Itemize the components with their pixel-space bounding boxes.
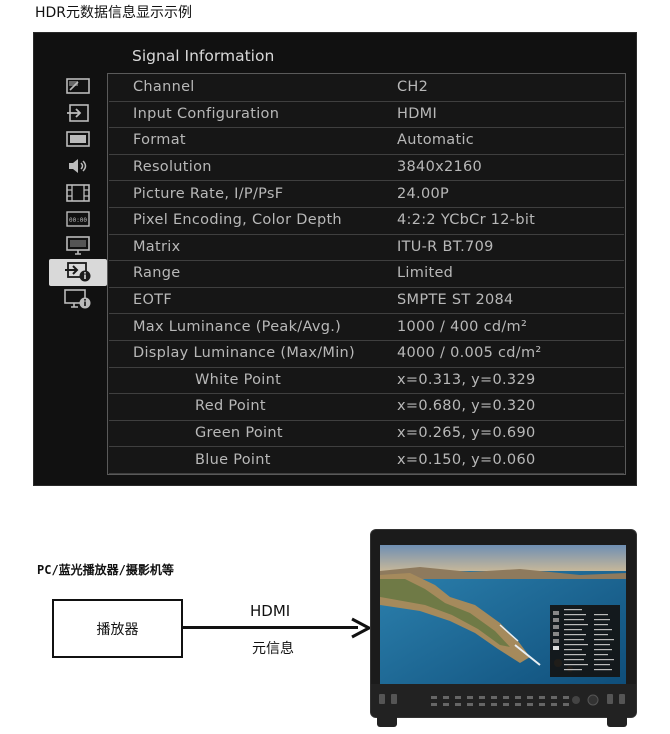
info-row-label: Blue Point: [195, 451, 271, 468]
input-info-icon[interactable]: [49, 259, 107, 286]
monitor-foot-left: [377, 717, 397, 727]
monitor-screen-image: [380, 545, 626, 684]
info-row: Picture Rate, I/P/PsF 24.00P: [109, 180, 624, 208]
arrow-head-icon: [351, 617, 372, 639]
info-row-label: Channel: [133, 79, 195, 96]
info-row-value: 24.00P: [397, 185, 450, 202]
info-row-label: Picture Rate, I/P/PsF: [133, 185, 284, 202]
monitor-info-icon[interactable]: [49, 286, 107, 313]
info-row-value: 4:2:2 YCbCr 12-bit: [397, 212, 536, 229]
info-row-value: HDMI: [397, 105, 438, 122]
info-row-label: Max Luminance (Peak/Avg.): [133, 318, 342, 335]
monitor-control-panel: [371, 684, 636, 717]
info-row-value: 1000 / 400 cd/m²: [397, 318, 528, 335]
info-row-value: ITU-R BT.709: [397, 238, 494, 255]
monitor-illustration: [371, 530, 636, 717]
player-label: 播放器: [96, 621, 139, 638]
info-row-value: x=0.150, y=0.060: [397, 451, 536, 468]
info-row-value: CH2: [397, 79, 429, 96]
info-row: Channel CH2: [109, 74, 624, 102]
info-row-value: x=0.313, y=0.329: [397, 371, 536, 388]
connection-arrow-line: [183, 626, 358, 629]
page-title: HDR元数据信息显示示例: [35, 5, 193, 21]
metadata-label: 元信息: [252, 641, 294, 657]
info-row-label: Resolution: [133, 159, 212, 176]
info-row-label: Matrix: [133, 238, 181, 255]
info-row: Blue Point x=0.150, y=0.060: [109, 446, 624, 474]
film-icon[interactable]: [49, 179, 107, 206]
display-icon[interactable]: [49, 126, 107, 153]
info-row-value: Automatic: [397, 132, 475, 149]
player-box: 播放器: [52, 599, 183, 658]
info-row: Display Luminance (Max/Min) 4000 / 0.005 …: [109, 340, 624, 368]
info-row: Pixel Encoding, Color Depth 4:2:2 YCbCr 1…: [109, 207, 624, 235]
svg-text:00:00: 00:00: [69, 217, 87, 224]
signal-information-menu: Signal Information 00:00 Channel CH2 Input…: [33, 32, 637, 486]
info-row: Resolution 3840x2160: [109, 154, 624, 182]
info-row-value: SMPTE ST 2084: [397, 292, 514, 309]
info-row: Format Automatic: [109, 127, 624, 155]
info-row-value: 3840x2160: [397, 159, 483, 176]
timecode-icon[interactable]: 00:00: [49, 206, 107, 233]
info-row: EOTF SMPTE ST 2084: [109, 287, 624, 315]
info-row-label: Pixel Encoding, Color Depth: [133, 212, 342, 229]
info-row-value: x=0.265, y=0.690: [397, 425, 536, 442]
info-row-value: x=0.680, y=0.320: [397, 398, 536, 415]
info-row-label: Red Point: [195, 398, 266, 415]
info-row: Matrix ITU-R BT.709: [109, 234, 624, 262]
info-row-value: 4000 / 0.005 cd/m²: [397, 345, 542, 362]
picture-adjust-icon[interactable]: [49, 73, 107, 100]
info-row-label: EOTF: [133, 292, 172, 309]
info-row: Green Point x=0.265, y=0.690: [109, 420, 624, 448]
input-select-icon[interactable]: [49, 100, 107, 127]
info-row: White Point x=0.313, y=0.329: [109, 367, 624, 395]
info-row-label: Input Configuration: [133, 105, 280, 122]
info-row: Red Point x=0.680, y=0.320: [109, 393, 624, 421]
info-row: Input Configuration HDMI: [109, 101, 624, 129]
info-row-label: Range: [133, 265, 181, 282]
info-row: Range Limited: [109, 260, 624, 288]
info-row: Max Luminance (Peak/Avg.) 1000 / 400 cd/m…: [109, 313, 624, 341]
signal-info-panel: Channel CH2 Input Configuration HDMI Format A…: [107, 73, 626, 475]
info-row-label: White Point: [195, 371, 282, 388]
info-row-label: Display Luminance (Max/Min): [133, 345, 355, 362]
menu-title: Signal Information: [132, 47, 275, 65]
info-row-value: Limited: [397, 265, 454, 282]
menu-icon-sidebar: 00:00: [49, 73, 107, 312]
hdmi-label: HDMI: [250, 602, 291, 620]
info-row-label: Green Point: [195, 425, 283, 442]
audio-speaker-icon[interactable]: [49, 153, 107, 180]
source-devices-label: PC/蓝光播放器/摄影机等: [37, 563, 174, 577]
monitor-foot-right: [607, 717, 627, 727]
info-row-label: Format: [133, 132, 186, 149]
monitor-icon[interactable]: [49, 233, 107, 260]
